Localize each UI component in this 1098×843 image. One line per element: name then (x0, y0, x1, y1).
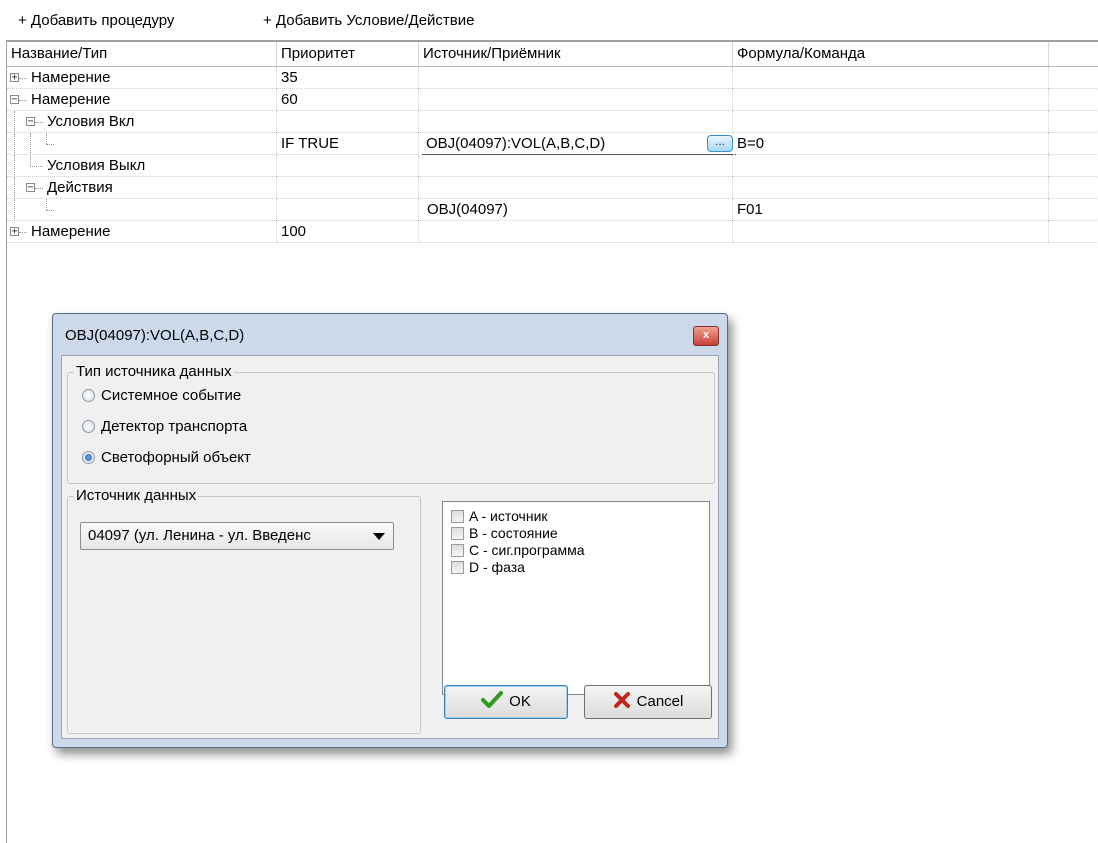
row-priority: 60 (277, 89, 419, 111)
collapse-icon[interactable]: − (26, 183, 35, 193)
source-type-caption: Тип источника данных (74, 362, 234, 382)
close-button[interactable]: x (693, 326, 719, 346)
column-header-filler (1049, 42, 1098, 66)
source-combobox-value: 04097 (ул. Ленина - ул. Введенс (88, 527, 311, 544)
dialog-body: Тип источника данных Системное событие Д… (61, 355, 719, 739)
column-header-source[interactable]: Источник/Приёмник (419, 42, 733, 66)
row-formula: F01 (733, 199, 1049, 221)
check-item-a[interactable]: A - источник (451, 508, 548, 525)
check-label: D - фаза (469, 559, 525, 575)
row-priority: 100 (277, 221, 419, 243)
source-edit-field[interactable]: OBJ(04097):VOL(A,B,C,D) ... (422, 133, 737, 155)
checkbox[interactable] (451, 560, 464, 574)
checkbox[interactable] (451, 509, 464, 523)
row-formula: B=0 (733, 133, 1049, 155)
row-name: Намерение (31, 69, 111, 86)
table-row[interactable]: Условия Выкл (7, 155, 1098, 177)
row-priority: IF TRUE (277, 133, 419, 155)
row-name: Условия Выкл (47, 157, 146, 174)
table-row[interactable]: IF TRUE OBJ(04097):VOL(A,B,C,D) ... B=0 (7, 133, 1098, 155)
radio-icon (82, 388, 95, 402)
row-name: Условия Вкл (47, 113, 135, 130)
radio-traffic-light-object[interactable]: Светофорный объект (82, 447, 251, 469)
cross-icon (613, 692, 630, 709)
source-combobox[interactable]: 04097 (ул. Ленина - ул. Введенс (80, 522, 394, 550)
table-row[interactable]: + Намерение 100 (7, 221, 1098, 243)
check-label: A - источник (469, 508, 548, 524)
row-source: OBJ(04097):VOL(A,B,C,D) (426, 135, 606, 152)
toolbar: + Добавить процедуру + Добавить Условие/… (0, 0, 1098, 40)
cancel-button[interactable]: Cancel (584, 685, 712, 719)
checkmark-icon (481, 691, 504, 709)
check-label: B - состояние (469, 525, 558, 541)
radio-label: Детектор транспорта (101, 418, 248, 435)
column-header-name[interactable]: Название/Тип (7, 42, 277, 66)
row-name: Намерение (31, 91, 111, 108)
ellipsis-button[interactable]: ... (707, 135, 733, 152)
table-row[interactable]: + Намерение 35 (7, 67, 1098, 89)
collapse-icon[interactable]: − (26, 117, 35, 127)
ok-label: OK (509, 693, 531, 710)
radio-icon (82, 419, 95, 433)
data-source-caption: Источник данных (74, 486, 199, 506)
expand-icon[interactable]: + (10, 227, 19, 237)
checkbox[interactable] (451, 526, 464, 540)
expand-icon[interactable]: + (10, 73, 19, 83)
radio-label: Светофорный объект (101, 449, 251, 466)
ok-button[interactable]: OK (444, 685, 568, 719)
radio-transport-detector[interactable]: Детектор транспорта (82, 416, 247, 438)
column-header-priority[interactable]: Приоритет (277, 42, 419, 66)
check-item-b[interactable]: B - состояние (451, 525, 558, 542)
collapse-icon[interactable]: − (10, 95, 19, 105)
column-header-formula[interactable]: Формула/Команда (733, 42, 1049, 66)
check-label: C - сиг.программа (469, 542, 585, 558)
radio-selected-icon (82, 450, 95, 464)
radio-system-event[interactable]: Системное событие (82, 385, 241, 407)
row-source: OBJ(04097) (419, 199, 733, 221)
table-row[interactable]: − Условия Вкл (7, 111, 1098, 133)
parameter-checklist: A - источник B - состояние C - сиг.прогр… (442, 501, 710, 695)
source-dialog: OBJ(04097):VOL(A,B,C,D) x Тип источника … (52, 313, 728, 748)
checkbox[interactable] (451, 543, 464, 557)
table-row[interactable]: − Намерение 60 (7, 89, 1098, 111)
chevron-down-icon[interactable] (373, 533, 385, 540)
row-name: Действия (47, 179, 113, 196)
table-row[interactable]: − Действия (7, 177, 1098, 199)
grid-header: Название/Тип Приоритет Источник/Приёмник… (7, 42, 1098, 67)
row-priority: 35 (277, 67, 419, 89)
check-item-d[interactable]: D - фаза (451, 559, 525, 576)
data-source-group: Источник данных 04097 (ул. Ленина - ул. … (67, 486, 421, 734)
source-type-group: Тип источника данных Системное событие Д… (67, 362, 715, 484)
table-row[interactable]: OBJ(04097) F01 (7, 199, 1098, 221)
radio-label: Системное событие (101, 387, 242, 404)
cancel-label: Cancel (636, 693, 684, 710)
row-name: Намерение (31, 223, 111, 240)
check-item-c[interactable]: C - сиг.программа (451, 542, 585, 559)
dialog-title: OBJ(04097):VOL(A,B,C,D) (65, 327, 245, 344)
add-procedure-button[interactable]: + Добавить процедуру (18, 10, 174, 32)
add-condition-action-button[interactable]: + Добавить Условие/Действие (263, 10, 474, 32)
